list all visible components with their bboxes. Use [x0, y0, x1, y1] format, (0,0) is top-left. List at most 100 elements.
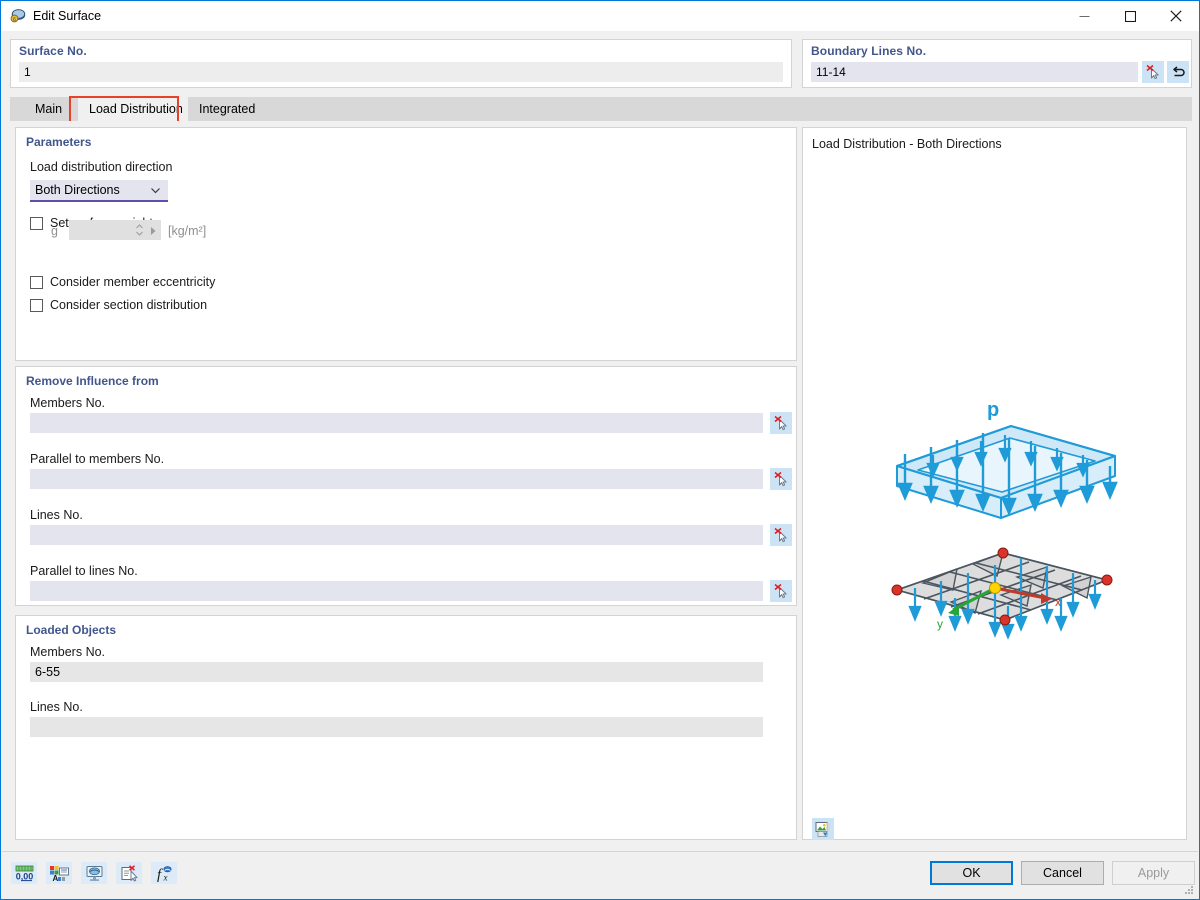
consider-section-distribution-checkbox[interactable] — [30, 299, 43, 312]
remove-lines-select-button[interactable] — [770, 524, 792, 546]
surface-no-input[interactable]: 1 — [19, 62, 783, 82]
remove-members-input[interactable] — [30, 413, 763, 433]
consider-section-distribution-label: Consider section distribution — [50, 298, 207, 312]
preview-title: Load Distribution - Both Directions — [812, 137, 1002, 151]
consider-member-eccentricity-checkbox[interactable] — [30, 276, 43, 289]
remove-lines-input[interactable] — [30, 525, 763, 545]
maximize-icon — [1125, 11, 1136, 22]
svg-text:A: A — [53, 874, 59, 882]
content-area: Parameters Load distribution direction B… — [10, 121, 1192, 846]
mesh-node — [1000, 615, 1010, 625]
decimal-places-button[interactable]: 0,00 — [11, 862, 37, 884]
apply-button: Apply — [1112, 861, 1195, 885]
remove-parallel-members-input[interactable] — [30, 469, 763, 489]
tab-strip: Main Load Distribution Integrated — [10, 97, 1192, 122]
set-surface-weight-checkbox[interactable] — [30, 217, 43, 230]
select-cursor-icon — [773, 527, 789, 543]
tab-load-distribution[interactable]: Load Distribution — [78, 97, 194, 121]
consider-member-eccentricity-row[interactable]: Consider member eccentricity — [30, 275, 215, 289]
remove-influence-title: Remove Influence from — [26, 374, 159, 388]
display-properties-button[interactable]: A — [46, 862, 72, 884]
surface-no-label: Surface No. — [19, 44, 87, 58]
remove-members-label: Members No. — [30, 396, 105, 410]
select-cursor-icon — [1145, 64, 1161, 80]
formula-button[interactable]: f x — [151, 862, 177, 884]
number-format-icon: 0,00 — [15, 865, 34, 882]
parameters-group: Parameters Load distribution direction B… — [15, 127, 797, 361]
svg-text:x: x — [162, 872, 167, 882]
edit-surface-dialog: 6 Edit Surface Surface No. 1 Boundary Li… — [0, 0, 1200, 900]
remove-lines-label: Lines No. — [30, 508, 83, 522]
preview-image-button[interactable] — [812, 818, 834, 840]
window-title: Edit Surface — [33, 8, 101, 24]
preview-group: Load Distribution - Both Directions — [802, 127, 1187, 840]
load-distribution-diagram: p — [805, 158, 1184, 808]
minimize-button[interactable] — [1061, 1, 1107, 31]
consider-section-distribution-row[interactable]: Consider section distribution — [30, 298, 207, 312]
loaded-objects-group: Loaded Objects Members No. 6-55 Lines No… — [15, 615, 797, 840]
loaded-lines-label: Lines No. — [30, 700, 83, 714]
ok-button[interactable]: OK — [930, 861, 1013, 885]
reverse-arrow-icon — [1170, 64, 1186, 80]
mesh-node — [1102, 575, 1112, 585]
loaded-members-label: Members No. — [30, 645, 105, 659]
select-cursor-icon — [773, 583, 789, 599]
tab-main[interactable]: Main — [24, 97, 73, 121]
weight-symbol-label: g — [51, 224, 58, 238]
load-direction-value: Both Directions — [30, 183, 120, 197]
axis-y-label: y — [937, 617, 943, 631]
origin-node — [990, 583, 1001, 594]
surface-no-panel: Surface No. 1 — [10, 39, 792, 88]
load-symbol-label: p — [987, 399, 999, 421]
parameters-title: Parameters — [26, 135, 91, 149]
title-bar: 6 Edit Surface — [1, 1, 1199, 31]
spinner-expand-icon[interactable] — [149, 225, 157, 239]
member-mesh: x y — [892, 548, 1112, 637]
select-cursor-icon — [773, 415, 789, 431]
load-block: p — [897, 399, 1116, 518]
remove-parallel-lines-label: Parallel to lines No. — [30, 564, 138, 578]
remove-parallel-members-label: Parallel to members No. — [30, 452, 164, 466]
comment-delete-icon — [120, 865, 139, 882]
remove-members-select-button[interactable] — [770, 412, 792, 434]
maximize-button[interactable] — [1107, 1, 1153, 31]
surface-icon: 6 — [10, 8, 26, 24]
boundary-lines-panel: Boundary Lines No. 11-14 — [802, 39, 1192, 88]
rendering-button[interactable] — [81, 862, 107, 884]
svg-text:6: 6 — [13, 17, 16, 23]
cancel-button[interactable]: Cancel — [1021, 861, 1104, 885]
close-icon — [1170, 10, 1182, 22]
footer-bar: 0,00 A — [2, 851, 1198, 898]
remove-parallel-lines-select-button[interactable] — [770, 580, 792, 602]
tab-integrated[interactable]: Integrated — [188, 97, 266, 121]
boundary-reverse-button[interactable] — [1167, 61, 1189, 83]
svg-text:f: f — [157, 867, 163, 882]
boundary-select-button[interactable] — [1142, 61, 1164, 83]
comment-button[interactable] — [116, 862, 142, 884]
remove-influence-group: Remove Influence from Members No. Parall… — [15, 366, 797, 606]
boundary-lines-label: Boundary Lines No. — [811, 44, 926, 58]
loaded-lines-input — [30, 717, 763, 737]
loaded-objects-title: Loaded Objects — [26, 623, 116, 637]
remove-parallel-lines-input[interactable] — [30, 581, 763, 601]
select-cursor-icon — [773, 471, 789, 487]
load-direction-select[interactable]: Both Directions — [30, 180, 168, 202]
axis-x-label: x — [1055, 595, 1061, 609]
loaded-members-input: 6-55 — [30, 662, 763, 682]
remove-parallel-members-select-button[interactable] — [770, 468, 792, 490]
visual-render-icon — [85, 865, 104, 882]
svg-text:0,00: 0,00 — [15, 871, 33, 881]
close-button[interactable] — [1153, 1, 1199, 31]
formula-icon: f x — [155, 865, 174, 882]
load-direction-label: Load distribution direction — [30, 160, 172, 174]
mesh-node — [998, 548, 1008, 558]
boundary-lines-input[interactable]: 11-14 — [811, 62, 1138, 82]
resize-grip-icon[interactable] — [1183, 884, 1195, 896]
weight-unit-label: [kg/m²] — [168, 224, 206, 238]
mesh-node — [892, 585, 902, 595]
spinner-arrows-icon[interactable] — [135, 222, 144, 238]
minimize-icon — [1079, 11, 1090, 22]
weight-spinner[interactable] — [69, 220, 161, 240]
picture-icon — [815, 821, 832, 838]
consider-member-eccentricity-label: Consider member eccentricity — [50, 275, 215, 289]
